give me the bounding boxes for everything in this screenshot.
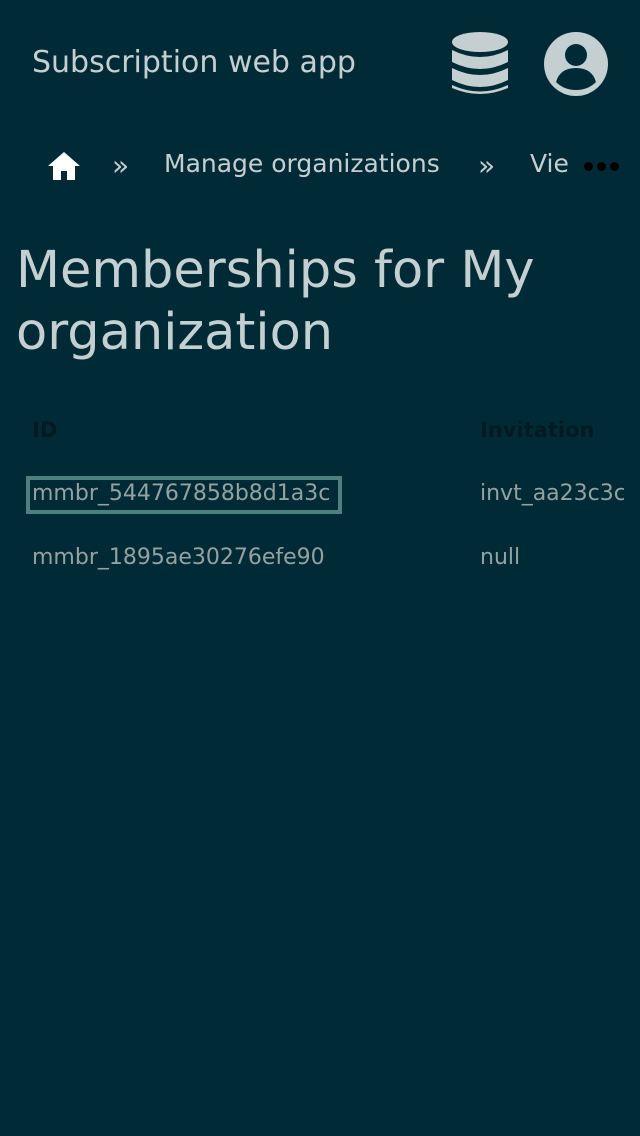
column-header-id: ID (32, 418, 58, 442)
memberships-table: ID Invitation mmbr_544767858b8d1a3c invt… (0, 0, 640, 620)
invitation-cell: null (480, 545, 521, 570)
column-header-invitation: Invitation (480, 418, 595, 442)
membership-id-link[interactable]: mmbr_544767858b8d1a3c (32, 480, 330, 508)
app-root: Subscription web app » Manage organizati… (0, 0, 640, 1136)
invitation-cell: invt_aa23c3c (480, 481, 624, 506)
membership-id-link[interactable]: mmbr_1895ae30276efe90 (32, 544, 325, 572)
